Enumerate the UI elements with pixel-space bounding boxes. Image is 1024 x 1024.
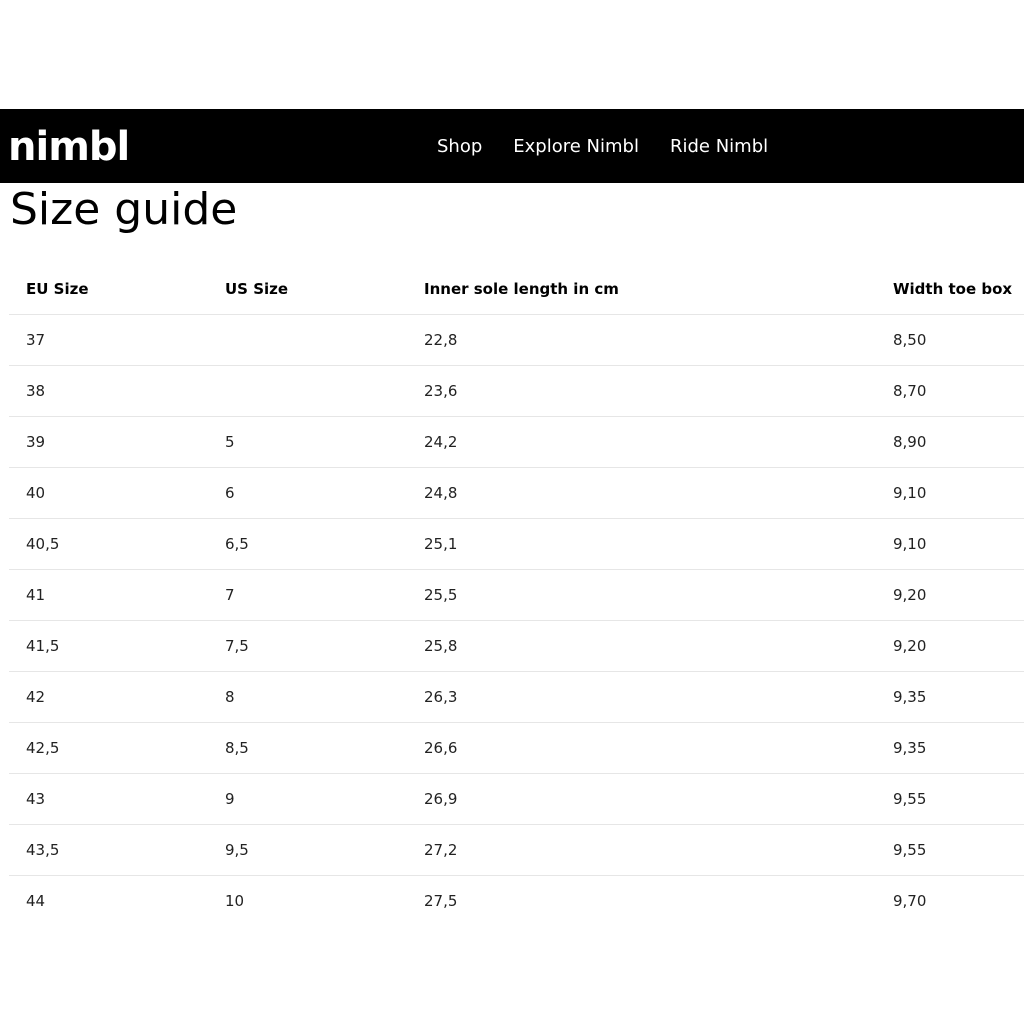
eu-size-cell: 41,5 <box>9 620 208 672</box>
table-row: 40 6 24,8 9,10 <box>9 467 1024 519</box>
width-toe-box-cell: 9,70 <box>893 892 927 910</box>
width-toe-box-cell: 8,50 <box>876 314 1024 366</box>
table-row: 42,5 8,5 26,6 9,35 <box>9 722 1024 774</box>
us-size-cell: 6 <box>208 467 407 519</box>
us-size-cell: 8,5 <box>208 722 407 774</box>
width-toe-box-cell: 9,35 <box>876 722 1024 774</box>
eu-size-cell: 37 <box>9 314 208 366</box>
eu-size-cell: 43 <box>9 773 208 825</box>
inner-sole-length-cell: 27,5 <box>424 892 458 910</box>
width-toe-box-cell: 9,10 <box>876 518 1024 570</box>
inner-sole-length-cell: 25,1 <box>407 518 876 570</box>
us-size-cell: 8 <box>208 671 407 723</box>
table-row: 42 8 26,3 9,35 <box>9 671 1024 723</box>
us-size-cell: 6,5 <box>208 518 407 570</box>
eu-size-cell: 43,5 <box>9 824 208 876</box>
eu-size-cell: 40 <box>9 467 208 519</box>
us-size-cell <box>208 314 407 366</box>
table-row: 43 9 26,9 9,55 <box>9 773 1024 825</box>
main-nav: Shop Explore Nimbl Ride Nimbl <box>437 109 799 183</box>
width-toe-box-cell: 9,55 <box>876 773 1024 825</box>
eu-size-cell: 38 <box>9 365 208 417</box>
table-row: 38 23,6 8,70 <box>9 365 1024 417</box>
page-title: Size guide <box>10 184 238 235</box>
inner-sole-length-cell: 25,5 <box>407 569 876 621</box>
inner-sole-length-cell: 23,6 <box>407 365 876 417</box>
table-row: 44 10 27,5 9,70 <box>9 876 1024 927</box>
eu-size-cell: 42,5 <box>9 722 208 774</box>
width-toe-box-cell: 9,20 <box>876 620 1024 672</box>
inner-sole-length-cell: 26,3 <box>407 671 876 723</box>
us-size-cell: 10 <box>225 892 245 910</box>
eu-size-cell: 39 <box>9 416 208 468</box>
table-body: 37 22,8 8,50 38 23,6 8,70 39 5 24,2 8,90 40 6 24,8 9,… <box>9 314 1024 927</box>
inner-sole-length-cell: 27,2 <box>407 824 876 876</box>
header-width-toe-box: Width toe box <box>876 264 1024 315</box>
inner-sole-length-cell: 25,8 <box>407 620 876 672</box>
inner-sole-length-cell: 22,8 <box>407 314 876 366</box>
width-toe-box-cell: 9,55 <box>876 824 1024 876</box>
nav-item-shop[interactable]: Shop <box>437 136 482 157</box>
header-inner-sole-length: Inner sole length in cm <box>407 264 876 315</box>
table-row: 39 5 24,2 8,90 <box>9 416 1024 468</box>
us-size-cell: 7 <box>208 569 407 621</box>
eu-size-cell: 44 <box>26 892 46 910</box>
table-header-row: EU Size US Size Inner sole length in cm … <box>9 264 1024 315</box>
page: nimbl Shop Explore Nimbl Ride Nimbl Size… <box>0 0 1024 1024</box>
eu-size-cell: 42 <box>9 671 208 723</box>
us-size-cell: 9,5 <box>208 824 407 876</box>
inner-sole-length-cell: 24,8 <box>407 467 876 519</box>
table-row: 37 22,8 8,50 <box>9 314 1024 366</box>
width-toe-box-cell: 8,70 <box>876 365 1024 417</box>
header-eu-size: EU Size <box>9 264 208 315</box>
us-size-cell: 7,5 <box>208 620 407 672</box>
brand-logo[interactable]: nimbl <box>8 119 130 175</box>
eu-size-cell: 41 <box>9 569 208 621</box>
inner-sole-length-cell: 26,6 <box>407 722 876 774</box>
size-table: EU Size US Size Inner sole length in cm … <box>9 264 1024 926</box>
us-size-cell: 5 <box>208 416 407 468</box>
width-toe-box-cell: 9,10 <box>876 467 1024 519</box>
table-row: 40,5 6,5 25,1 9,10 <box>9 518 1024 570</box>
navbar: nimbl Shop Explore Nimbl Ride Nimbl <box>0 109 1024 183</box>
eu-size-cell: 40,5 <box>9 518 208 570</box>
nav-item-ride-nimbl[interactable]: Ride Nimbl <box>670 136 768 157</box>
width-toe-box-cell: 8,90 <box>876 416 1024 468</box>
inner-sole-length-cell: 24,2 <box>407 416 876 468</box>
width-toe-box-cell: 9,20 <box>876 569 1024 621</box>
table-row: 41 7 25,5 9,20 <box>9 569 1024 621</box>
width-toe-box-cell: 9,35 <box>876 671 1024 723</box>
header-us-size: US Size <box>208 264 407 315</box>
us-size-cell <box>208 365 407 417</box>
table-row: 43,5 9,5 27,2 9,55 <box>9 824 1024 876</box>
table-row: 41,5 7,5 25,8 9,20 <box>9 620 1024 672</box>
inner-sole-length-cell: 26,9 <box>407 773 876 825</box>
nav-item-explore-nimbl[interactable]: Explore Nimbl <box>513 136 639 157</box>
us-size-cell: 9 <box>208 773 407 825</box>
